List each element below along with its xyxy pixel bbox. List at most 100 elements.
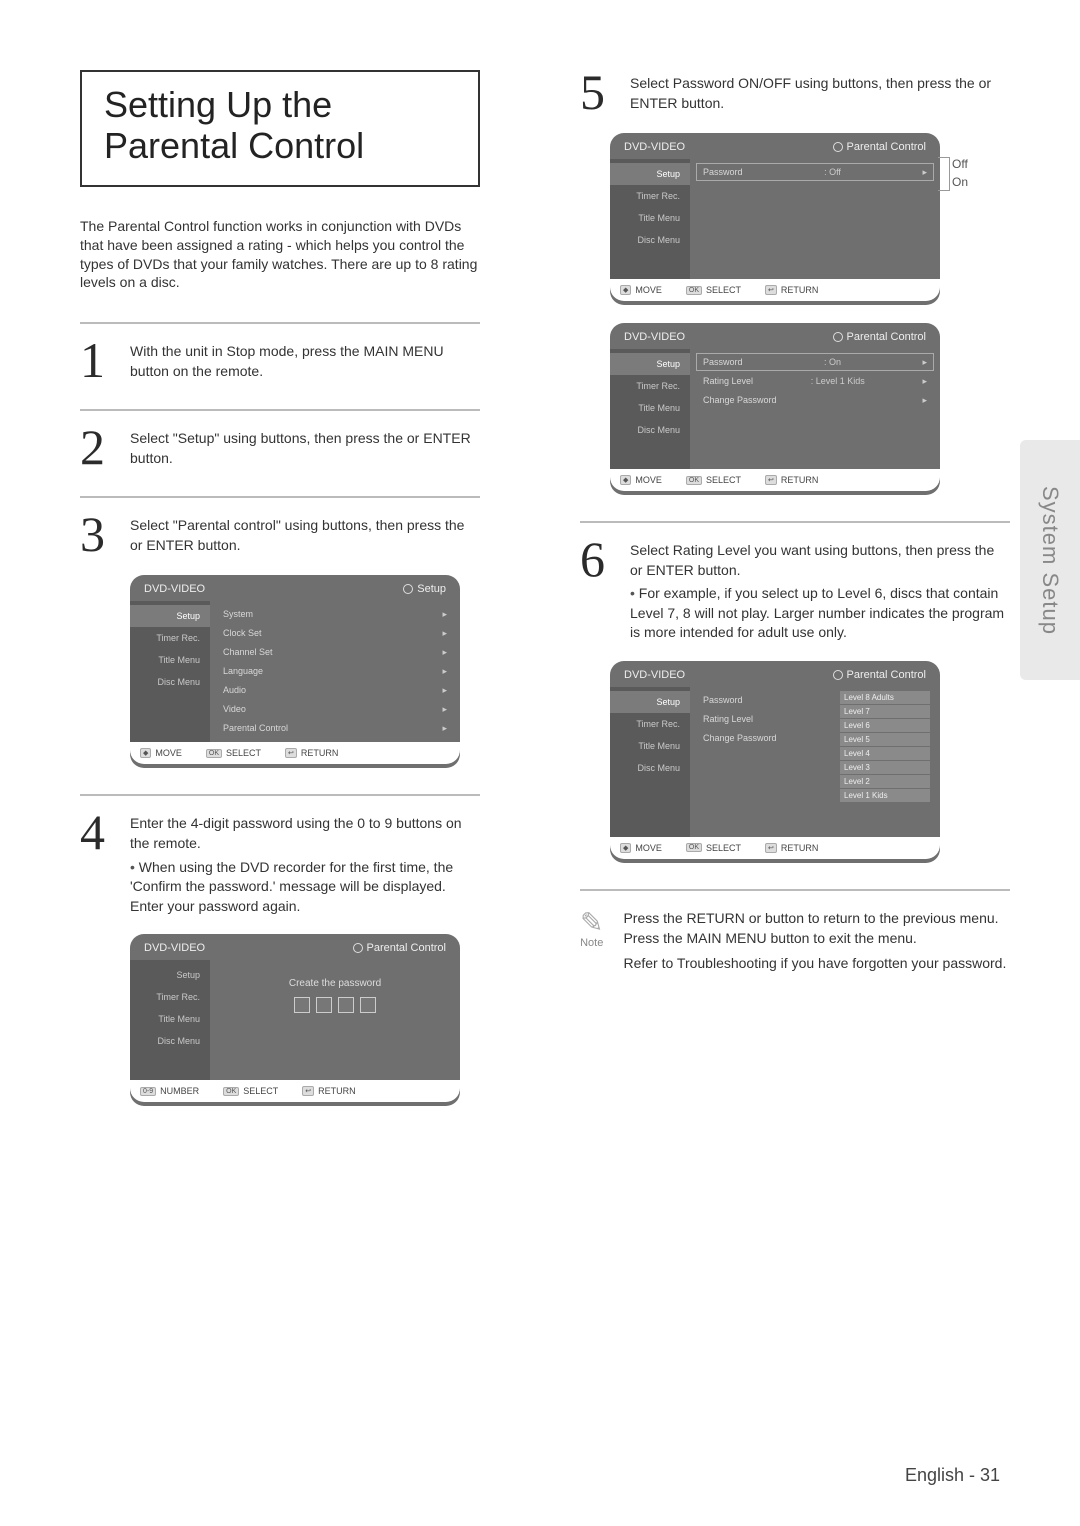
key-icon: 0-9 bbox=[140, 1087, 156, 1096]
osd-header: DVD-VIDEO Parental Control bbox=[610, 133, 940, 159]
osd-side-item: Timer Rec. bbox=[130, 986, 210, 1008]
chevron-right-icon: ▸ bbox=[442, 704, 447, 715]
osd-rating-levels: DVD-VIDEO Parental Control Setup Timer R… bbox=[610, 661, 940, 863]
chevron-right-icon: ▸ bbox=[922, 376, 927, 387]
gear-icon bbox=[403, 584, 413, 594]
osd-side-item: Title Menu bbox=[610, 207, 690, 229]
osd-header: DVD-VIDEO Setup bbox=[130, 575, 460, 601]
intro-text: The Parental Control function works in c… bbox=[80, 217, 480, 293]
setup-item: Audio bbox=[223, 685, 246, 695]
chevron-right-icon: ▸ bbox=[442, 723, 447, 734]
step-number: 6 bbox=[580, 537, 614, 643]
key-icon: ◆ bbox=[620, 843, 631, 853]
key-icon: OK bbox=[223, 1087, 239, 1096]
password-digit-box bbox=[316, 997, 332, 1013]
label-off: Off bbox=[952, 155, 968, 173]
osd-side-item: Disc Menu bbox=[610, 229, 690, 251]
setup-item: Channel Set bbox=[223, 647, 273, 657]
level-item: Level 8 Adults bbox=[840, 691, 930, 704]
level-item: Level 3 bbox=[840, 761, 930, 774]
osd-main: Password: Off▸ bbox=[690, 159, 940, 279]
key-icon: ↩ bbox=[765, 285, 777, 295]
chevron-right-icon: ▸ bbox=[922, 395, 927, 406]
pc-item: Rating Level bbox=[703, 376, 753, 386]
pc-item: Change Password bbox=[703, 395, 777, 405]
foot-select: SELECT bbox=[226, 748, 261, 758]
key-icon: OK bbox=[686, 286, 702, 295]
foot-return: RETURN bbox=[301, 748, 339, 758]
key-icon: OK bbox=[206, 749, 222, 758]
step-2: 2 Select "Setup" using buttons, then pre… bbox=[80, 425, 480, 470]
password-boxes bbox=[216, 997, 454, 1013]
osd-crumb: Setup bbox=[417, 583, 446, 595]
chevron-right-icon: ▸ bbox=[922, 167, 927, 178]
step-subtext: When using the DVD recorder for the firs… bbox=[130, 858, 480, 917]
chevron-right-icon: ▸ bbox=[442, 685, 447, 696]
foot-move: MOVE bbox=[635, 843, 662, 853]
key-icon: ↩ bbox=[302, 1086, 314, 1096]
key-icon: OK bbox=[686, 843, 702, 852]
pc-item: Password bbox=[703, 695, 743, 705]
osd-side-item: Disc Menu bbox=[130, 1030, 210, 1052]
level-item: Level 5 bbox=[840, 733, 930, 746]
foot-number: NUMBER bbox=[160, 1086, 199, 1096]
osd-header: DVD-VIDEO Parental Control bbox=[610, 661, 940, 687]
osd-side-item: Timer Rec. bbox=[130, 627, 210, 649]
osd-footer: ◆MOVE OKSELECT ↩RETURN bbox=[610, 837, 940, 859]
osd-main: Password Rating Level Change Password Le… bbox=[690, 687, 940, 837]
step-number: 2 bbox=[80, 425, 114, 470]
step-text: Select Rating Level you want using butto… bbox=[630, 541, 1010, 580]
gear-icon bbox=[833, 142, 843, 152]
step-text: Select Password ON/OFF using buttons, th… bbox=[630, 70, 1010, 115]
osd-side-item: Title Menu bbox=[130, 1008, 210, 1030]
gear-icon bbox=[353, 943, 363, 953]
note-block: ✎ Note Press the RETURN or button to ret… bbox=[580, 909, 1010, 974]
osd-side-item: Setup bbox=[130, 964, 210, 986]
osd-sidebar: Setup Timer Rec. Title Menu Disc Menu bbox=[130, 601, 210, 742]
key-icon: ↩ bbox=[285, 748, 297, 758]
osd-main: System▸ Clock Set▸ Channel Set▸ Language… bbox=[210, 601, 460, 742]
level-item: Level 7 bbox=[840, 705, 930, 718]
osd-crumb: Parental Control bbox=[367, 942, 447, 954]
osd-title: DVD-VIDEO bbox=[624, 331, 685, 343]
setup-item: Parental Control bbox=[223, 723, 288, 733]
note-label: Note bbox=[580, 937, 603, 949]
left-column: Setting Up the Parental Control The Pare… bbox=[80, 70, 480, 1116]
osd-title: DVD-VIDEO bbox=[144, 583, 205, 595]
osd-footer: ◆MOVE OKSELECT ↩RETURN bbox=[130, 742, 460, 764]
divider bbox=[580, 521, 1010, 523]
osd-sidebar: Setup Timer Rec. Title Menu Disc Menu bbox=[610, 159, 690, 279]
step-1: 1 With the unit in Stop mode, press the … bbox=[80, 338, 480, 383]
off-on-callout: Off On bbox=[952, 155, 968, 191]
step-text: Select "Parental control" using buttons,… bbox=[130, 512, 480, 557]
level-list: Level 8 Adults Level 7 Level 6 Level 5 L… bbox=[840, 691, 930, 803]
label-on: On bbox=[952, 173, 968, 191]
key-icon: ↩ bbox=[765, 843, 777, 853]
setup-item: System bbox=[223, 609, 253, 619]
gear-icon bbox=[833, 670, 843, 680]
level-item: Level 4 bbox=[840, 747, 930, 760]
osd-side-item: Title Menu bbox=[610, 397, 690, 419]
osd-title: DVD-VIDEO bbox=[624, 669, 685, 681]
foot-select: SELECT bbox=[706, 285, 741, 295]
osd-crumb: Parental Control bbox=[847, 669, 927, 681]
osd-side-item: Setup bbox=[610, 353, 690, 375]
key-icon: ◆ bbox=[620, 285, 631, 295]
chevron-right-icon: ▸ bbox=[922, 357, 927, 368]
step-number: 4 bbox=[80, 810, 114, 916]
password-digit-box bbox=[360, 997, 376, 1013]
step-number: 5 bbox=[580, 70, 614, 115]
key-icon: OK bbox=[686, 476, 702, 485]
level-item: Level 1 Kids bbox=[840, 789, 930, 802]
osd-footer: ◆MOVE OKSELECT ↩RETURN bbox=[610, 469, 940, 491]
right-column: 5 Select Password ON/OFF using buttons, … bbox=[580, 70, 1010, 974]
osd-main: Password: On▸ Rating Level: Level 1 Kids… bbox=[690, 349, 940, 469]
osd-sidebar: Setup Timer Rec. Title Menu Disc Menu bbox=[610, 687, 690, 837]
pc-item: Password bbox=[703, 167, 743, 177]
divider bbox=[80, 409, 480, 411]
chevron-right-icon: ▸ bbox=[442, 628, 447, 639]
osd-setup-menu: DVD-VIDEO Setup Setup Timer Rec. Title M… bbox=[130, 575, 460, 768]
setup-item: Language bbox=[223, 666, 263, 676]
page-footer: English - 31 bbox=[905, 1465, 1000, 1486]
osd-footer: ◆MOVE OKSELECT ↩RETURN bbox=[610, 279, 940, 301]
